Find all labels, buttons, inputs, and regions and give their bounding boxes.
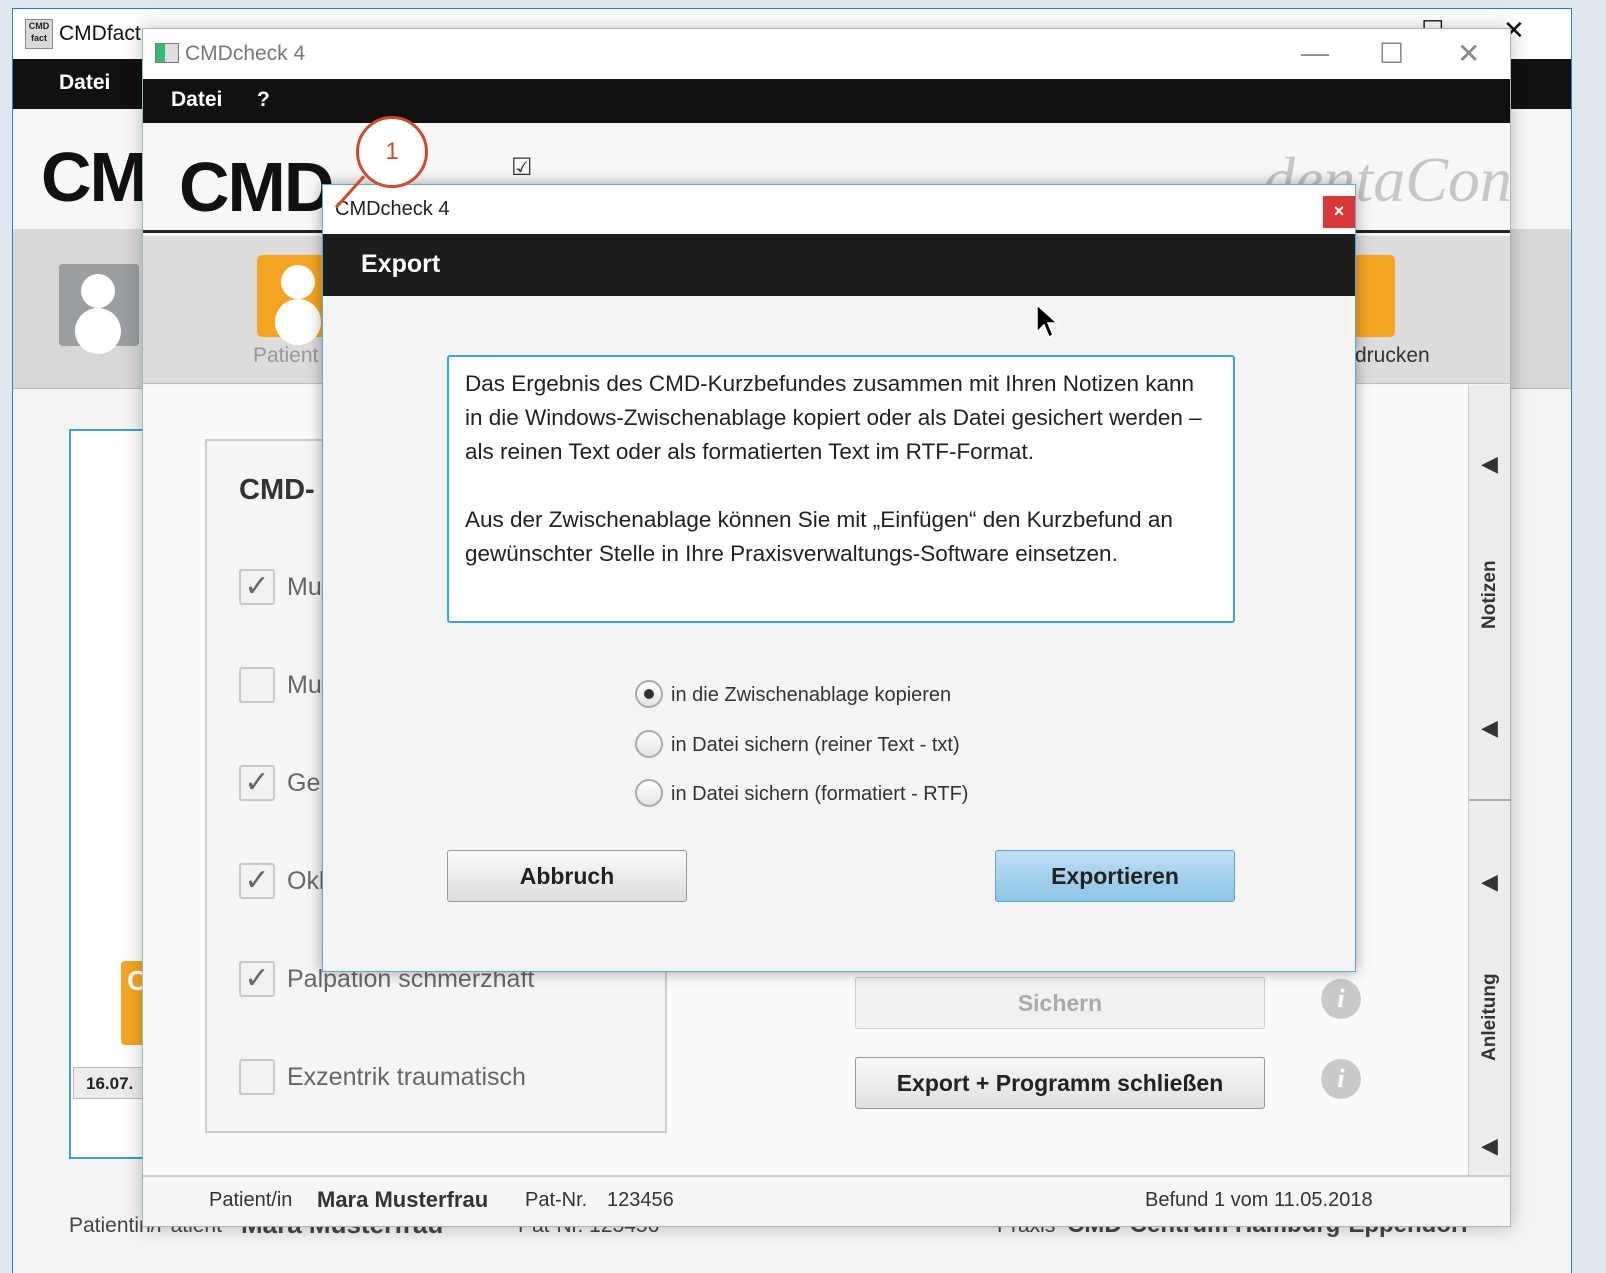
radio-clipboard-label[interactable]: in die Zwischenablage kopieren bbox=[671, 684, 951, 707]
status-patient-label: Patient/in bbox=[209, 1189, 293, 1211]
radio-rtf[interactable] bbox=[635, 779, 663, 807]
toolbar-print-label[interactable]: drucken bbox=[1355, 344, 1430, 368]
cancel-button[interactable]: Abbruch bbox=[447, 850, 687, 902]
triangle-left-icon[interactable]: ◀ bbox=[1481, 451, 1498, 477]
export-close-button[interactable]: Export + Programm schließen bbox=[855, 1057, 1265, 1109]
check-4-checkbox[interactable]: ✓ bbox=[239, 863, 275, 899]
right-rail: ◀ Notizen ◀ ◀ Anleitung ◀ bbox=[1468, 385, 1510, 1175]
status-patient-name: Mara Musterfrau bbox=[317, 1187, 489, 1212]
radio-txt[interactable] bbox=[635, 730, 663, 758]
menu-help[interactable]: ? bbox=[257, 88, 270, 112]
check-6-checkbox[interactable] bbox=[239, 1059, 275, 1095]
check-6-label: Exzentrik traumatisch bbox=[287, 1063, 526, 1091]
dialog-header: Export bbox=[323, 234, 1355, 296]
status-patnr-label: Pat-Nr. bbox=[525, 1189, 588, 1211]
export-info-textbox[interactable]: Das Ergebnis des CMD-Kurzbefundes zusamm… bbox=[447, 355, 1235, 623]
check-1-checkbox[interactable]: ✓ bbox=[239, 569, 275, 605]
export-dialog: CMDcheck 4 × Export Das Ergebnis des CMD… bbox=[322, 184, 1356, 972]
close-icon[interactable]: ✕ bbox=[1457, 37, 1480, 70]
cmd-section-title: CMD- bbox=[239, 474, 315, 506]
cmdcheck-logo: CMD bbox=[179, 148, 334, 226]
status-patnr: 123456 bbox=[607, 1189, 674, 1211]
info-icon[interactable]: i bbox=[1321, 979, 1361, 1019]
export-info-paragraph-2: Aus der Zwischenablage können Sie mit „E… bbox=[465, 507, 1173, 566]
rail-divider bbox=[1469, 799, 1510, 801]
minimize-icon[interactable]: — bbox=[1301, 37, 1329, 69]
user-icon[interactable] bbox=[59, 264, 139, 346]
check-1-label: Mu bbox=[287, 573, 322, 601]
cmdfact-logo: CM bbox=[41, 138, 148, 216]
check-5-checkbox[interactable]: ✓ bbox=[239, 961, 275, 997]
status-befund: Befund 1 vom 11.05.2018 bbox=[1145, 1189, 1373, 1211]
radio-clipboard[interactable] bbox=[635, 680, 663, 708]
cmdcheck-titlebar: CMDcheck 4 — ☐ ✕ bbox=[143, 29, 1510, 79]
triangle-left-icon[interactable]: ◀ bbox=[1481, 869, 1498, 895]
maximize-icon[interactable]: ☐ bbox=[1379, 37, 1404, 70]
toolbar-patient-label[interactable]: Patient bbox=[253, 344, 318, 368]
dialog-heading: Export bbox=[361, 250, 441, 278]
close-icon[interactable]: × bbox=[1323, 196, 1355, 228]
check-2-label: Mu bbox=[287, 671, 322, 699]
mouse-cursor-icon bbox=[1036, 304, 1059, 339]
rail-anleitung[interactable]: Anleitung bbox=[1479, 973, 1501, 1061]
check-4-label: Okl bbox=[287, 867, 325, 895]
info-icon[interactable]: i bbox=[1321, 1059, 1361, 1099]
cmdfact-title: CMDfact bbox=[59, 22, 141, 45]
check-3-checkbox[interactable]: ✓ bbox=[239, 765, 275, 801]
dialog-title: CMDcheck 4 bbox=[335, 198, 450, 220]
radio-txt-label[interactable]: in Datei sichern (reiner Text - txt) bbox=[671, 734, 960, 757]
menu-datei[interactable]: Datei bbox=[59, 71, 110, 95]
export-info-paragraph-1: Das Ergebnis des CMD-Kurzbefundes zusamm… bbox=[465, 371, 1202, 464]
triangle-left-icon[interactable]: ◀ bbox=[1481, 715, 1498, 741]
check-2-checkbox[interactable] bbox=[239, 667, 275, 703]
save-button[interactable]: Sichern bbox=[855, 977, 1265, 1029]
callout-badge: 1 bbox=[356, 116, 428, 188]
checkbox-logo-icon: ☑ bbox=[511, 154, 533, 181]
check-3-label: Gel bbox=[287, 769, 326, 797]
triangle-left-icon[interactable]: ◀ bbox=[1481, 1133, 1498, 1159]
cmdfact-app-icon: CMD fact bbox=[25, 19, 53, 49]
radio-rtf-label[interactable]: in Datei sichern (formatiert - RTF) bbox=[671, 783, 968, 806]
menu-datei[interactable]: Datei bbox=[171, 88, 222, 112]
statusbar: Patient/in Mara Musterfrau Pat-Nr. 12345… bbox=[143, 1175, 1510, 1226]
export-button[interactable]: Exportieren bbox=[995, 850, 1235, 902]
rail-notizen[interactable]: Notizen bbox=[1479, 560, 1501, 629]
cmdcheck-menubar: Datei ? bbox=[143, 79, 1510, 123]
dialog-titlebar: CMDcheck 4 × bbox=[323, 185, 1355, 234]
cmdcheck-title: CMDcheck 4 bbox=[185, 42, 306, 65]
app-icon bbox=[155, 43, 179, 63]
